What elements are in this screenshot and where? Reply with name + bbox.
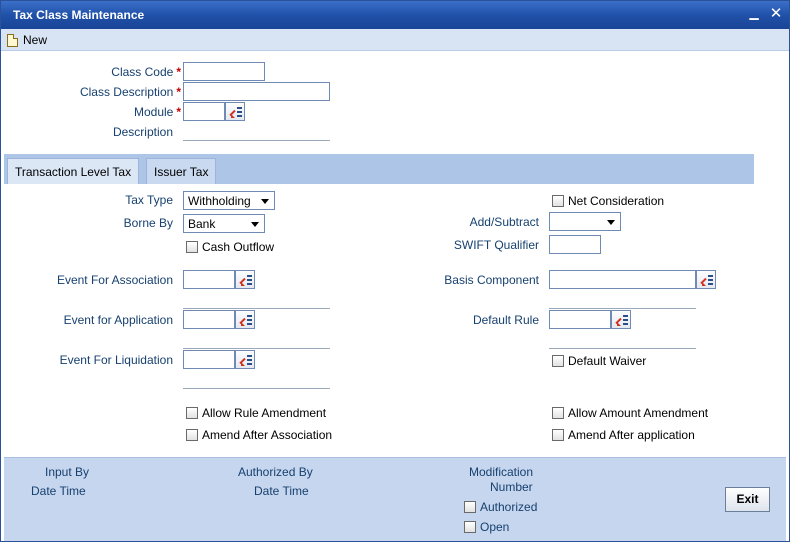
- open-checkbox[interactable]: Open: [464, 520, 509, 534]
- cash-outflow-checkbox[interactable]: Cash Outflow: [186, 240, 274, 254]
- toolbar: New: [1, 29, 789, 51]
- input-by-label: Input By: [45, 465, 90, 479]
- net-consideration-checkbox[interactable]: Net Consideration: [552, 194, 664, 208]
- add-subtract-select[interactable]: [549, 212, 621, 231]
- checkbox-box[interactable]: [464, 521, 476, 533]
- class-description-input[interactable]: [183, 82, 330, 101]
- new-button-label: New: [23, 33, 48, 47]
- modification-label: Modification: [469, 465, 534, 479]
- checkbox-box[interactable]: [464, 501, 476, 513]
- tab-bar: Transaction Level Tax Issuer Tax: [4, 154, 754, 184]
- amend-after-association-checkbox[interactable]: Amend After Association: [186, 428, 332, 442]
- allow-amount-amendment-checkbox[interactable]: Allow Amount Amendment: [552, 406, 708, 420]
- event-liquidation-desc-line: [183, 388, 330, 389]
- new-button[interactable]: New: [7, 32, 47, 48]
- default-rule-label: Default Rule: [472, 313, 539, 327]
- dropdown-caret-icon: [251, 222, 259, 227]
- default-waiver-checkbox[interactable]: Default Waiver: [552, 354, 646, 368]
- event-association-label: Event For Association: [56, 273, 173, 287]
- allow-rule-amendment-checkbox[interactable]: Allow Rule Amendment: [186, 406, 326, 420]
- default-rule-input[interactable]: [549, 310, 611, 329]
- modification-number-label: Number: [490, 480, 533, 494]
- tax-class-maintenance-window: Tax Class Maintenance ▁ ✕ New Class Code…: [0, 0, 790, 542]
- description-label: Description: [112, 125, 173, 139]
- description-field: [183, 140, 330, 141]
- audit-footer: Input By Date Time Authorized By Date Ti…: [4, 457, 786, 541]
- event-application-desc-line: [183, 348, 330, 349]
- default-rule-desc-line: [549, 348, 696, 349]
- minimize-icon[interactable]: ▁: [746, 5, 762, 21]
- document-icon: [7, 33, 18, 47]
- module-lov-icon[interactable]: [225, 102, 245, 121]
- tax-type-select[interactable]: Withholding: [183, 191, 275, 210]
- authorized-date-time-label: Date Time: [254, 484, 309, 498]
- checkbox-box[interactable]: [552, 407, 564, 419]
- borne-by-label: Borne By: [123, 216, 173, 230]
- authorized-by-label: Authorized By: [238, 465, 313, 479]
- class-description-label: Class Description *: [79, 85, 181, 99]
- basis-component-label: Basis Component: [444, 273, 539, 287]
- event-association-desc-line: [183, 308, 330, 309]
- tab-issuer-tax[interactable]: Issuer Tax: [146, 158, 217, 184]
- checkbox-box[interactable]: [552, 195, 564, 207]
- class-code-label: Class Code *: [111, 65, 181, 79]
- event-liquidation-lov-icon[interactable]: [235, 350, 255, 369]
- borne-by-value: Bank: [188, 217, 216, 231]
- class-code-input[interactable]: [183, 62, 265, 81]
- checkbox-box[interactable]: [186, 241, 198, 253]
- checkbox-box[interactable]: [186, 429, 198, 441]
- tax-type-value: Withholding: [188, 194, 251, 208]
- default-rule-lov-icon[interactable]: [611, 310, 631, 329]
- dropdown-caret-icon: [607, 220, 615, 225]
- borne-by-select[interactable]: Bank: [183, 214, 265, 233]
- checkbox-box[interactable]: [186, 407, 198, 419]
- basis-component-input[interactable]: [549, 270, 696, 289]
- basis-component-desc-line: [549, 308, 696, 309]
- event-application-input[interactable]: [183, 310, 235, 329]
- close-icon[interactable]: ✕: [768, 6, 784, 22]
- exit-button[interactable]: Exit: [725, 487, 770, 512]
- event-application-label: Event for Application: [63, 313, 173, 327]
- module-input[interactable]: [183, 102, 225, 121]
- event-application-lov-icon[interactable]: [235, 310, 255, 329]
- authorized-checkbox[interactable]: Authorized: [464, 500, 537, 514]
- title-bar: Tax Class Maintenance ▁ ✕: [1, 1, 789, 29]
- swift-qualifier-input[interactable]: [549, 235, 601, 254]
- module-label: Module *: [133, 105, 181, 119]
- dropdown-caret-icon: [261, 199, 269, 204]
- tab-transaction-level-tax[interactable]: Transaction Level Tax: [7, 158, 140, 184]
- window-title: Tax Class Maintenance: [13, 8, 145, 22]
- date-time-label: Date Time: [31, 484, 86, 498]
- event-association-lov-icon[interactable]: [235, 270, 255, 289]
- tax-type-label: Tax Type: [125, 193, 173, 207]
- add-subtract-label: Add/Subtract: [469, 215, 539, 229]
- checkbox-box[interactable]: [552, 429, 564, 441]
- basis-component-lov-icon[interactable]: [696, 270, 716, 289]
- event-liquidation-input[interactable]: [183, 350, 235, 369]
- swift-qualifier-label: SWIFT Qualifier: [453, 238, 539, 252]
- checkbox-box[interactable]: [552, 355, 564, 367]
- event-liquidation-label: Event For Liquidation: [59, 353, 173, 367]
- amend-after-application-checkbox[interactable]: Amend After application: [552, 428, 695, 442]
- event-association-input[interactable]: [183, 270, 235, 289]
